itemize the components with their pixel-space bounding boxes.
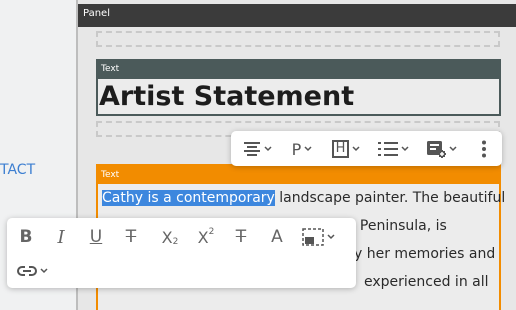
link-button[interactable]	[15, 261, 49, 281]
text-widget-label: Text	[101, 64, 120, 74]
subscript-digit: 2	[172, 237, 179, 247]
clear-format-button[interactable]: T	[229, 226, 253, 248]
chevron-down-icon	[352, 146, 360, 152]
block-toolbar: P H	[231, 131, 502, 166]
align-button[interactable]	[240, 139, 274, 159]
superscript-digit: 2	[208, 227, 215, 237]
text-color-button[interactable]: A	[266, 226, 288, 248]
chevron-down-icon	[448, 146, 457, 152]
insert-button[interactable]	[423, 139, 459, 159]
chevron-down-icon	[263, 146, 272, 152]
list-icon	[377, 142, 398, 156]
drop-zone-top[interactable]	[96, 31, 500, 47]
text-widget-header	[96, 59, 501, 79]
selected-text[interactable]: Cathy is a contemporary	[102, 190, 275, 206]
background-icon	[301, 228, 324, 246]
list-button[interactable]	[374, 139, 412, 159]
panel-header: Panel	[78, 4, 516, 27]
superscript-button[interactable]: X2	[193, 226, 219, 248]
subscript-button[interactable]: X2	[157, 226, 183, 248]
bold-button[interactable]: B	[15, 226, 37, 248]
chevron-down-icon	[400, 146, 409, 152]
paragraph-line-1[interactable]: Cathy is a contemporary landscape painte…	[102, 190, 505, 206]
background-button[interactable]	[300, 226, 336, 248]
heading-button[interactable]: H	[329, 139, 363, 159]
heading-text[interactable]: Artist Statement	[99, 79, 354, 115]
chevron-down-icon	[326, 234, 335, 240]
more-vertical-icon	[482, 140, 486, 158]
paragraph-button[interactable]: P	[287, 139, 317, 159]
format-toolbar: B I U T X2 X2 T A	[7, 218, 356, 288]
underline-button[interactable]: U	[85, 226, 107, 248]
superscript-label: X	[197, 227, 209, 247]
chevron-down-icon	[39, 268, 48, 274]
line1-rest: landscape painter. The beautiful	[274, 190, 506, 206]
text-widget-label: Text	[101, 170, 120, 180]
chevron-down-icon	[304, 146, 312, 152]
link-icon	[16, 266, 37, 276]
text-widget-header-active	[96, 164, 501, 184]
strikethrough-button[interactable]: T	[120, 226, 142, 248]
panel-title: Panel	[83, 8, 110, 19]
paragraph-icon: P	[291, 139, 302, 159]
contact-link[interactable]: TACT	[0, 162, 35, 178]
more-button[interactable]	[473, 138, 495, 160]
paragraph-line-4: experienced in all	[364, 274, 489, 290]
paragraph-line-3: y her memories and	[354, 246, 496, 262]
heading-icon: H	[331, 140, 350, 158]
text-widget-heading[interactable]: Text Artist Statement	[96, 59, 501, 116]
subscript-label: X	[161, 227, 173, 247]
italic-button[interactable]: I	[50, 226, 72, 248]
align-center-icon	[243, 142, 260, 156]
insert-block-icon	[426, 141, 446, 158]
